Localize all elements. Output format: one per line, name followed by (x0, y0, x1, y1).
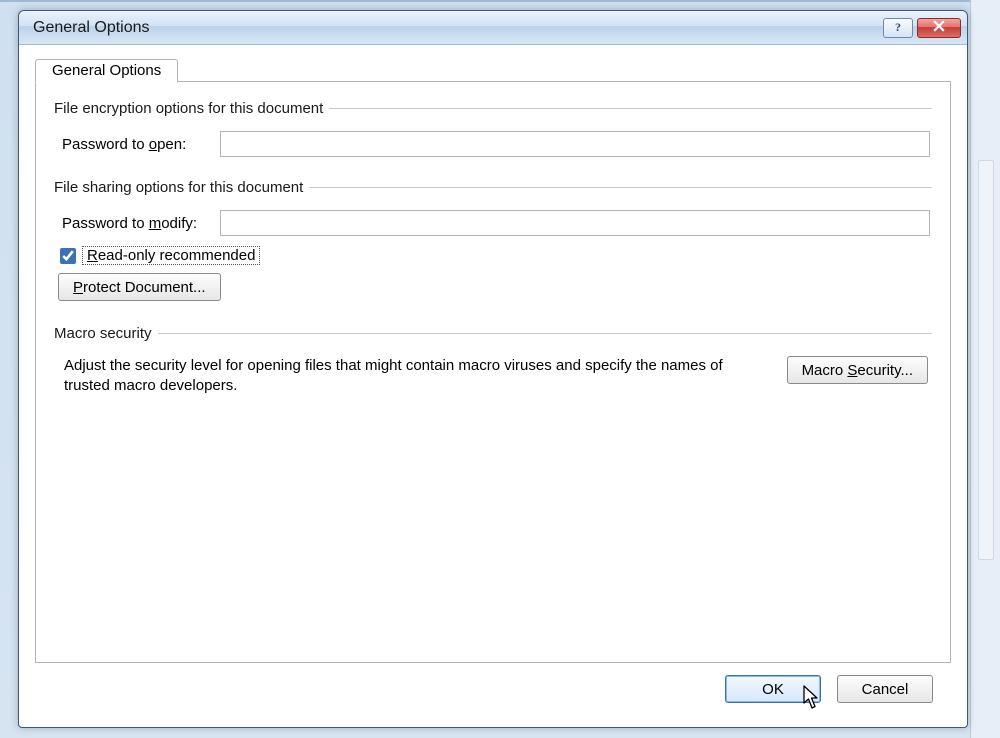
help-button[interactable]: ? (883, 18, 913, 38)
checkbox-readonly-recommended[interactable] (60, 248, 76, 264)
tab-page: File encryption options for this documen… (36, 82, 950, 662)
scrollbar-track (978, 160, 994, 560)
tab-general-options[interactable]: General Options (35, 59, 178, 83)
group-file-sharing-legend: File sharing options for this document (54, 179, 309, 196)
macro-security-button[interactable]: Macro Security... (787, 356, 928, 384)
row-password-modify: Password to modify: (56, 206, 930, 240)
macro-security-text: Adjust the security level for opening fi… (64, 356, 767, 397)
label-password-modify: Password to modify: (56, 215, 220, 232)
group-file-encryption-legend: File encryption options for this documen… (54, 100, 329, 117)
titlebar[interactable]: General Options ? (19, 11, 967, 45)
tab-host: General Options File encryption options … (35, 81, 951, 663)
dialog-client: General Options File encryption options … (19, 45, 967, 727)
ok-button[interactable]: OK (725, 675, 821, 703)
close-icon (933, 20, 945, 35)
input-password-modify[interactable] (220, 210, 930, 236)
row-protect-document: Protect Document... (56, 271, 930, 307)
group-file-encryption: File encryption options for this documen… (54, 100, 932, 163)
protect-document-button[interactable]: Protect Document... (58, 273, 221, 301)
cancel-button[interactable]: Cancel (837, 675, 933, 703)
dialog-button-bar: OK Cancel (35, 663, 951, 715)
dialog-title: General Options (33, 19, 879, 37)
row-readonly-recommended: Read-only recommended (56, 240, 930, 271)
label-password-open: Password to open: (56, 136, 220, 153)
label-readonly-recommended[interactable]: Read-only recommended (82, 246, 260, 265)
row-password-open: Password to open: (56, 127, 930, 161)
input-password-open[interactable] (220, 131, 930, 157)
group-macro-security: Macro security Adjust the security level… (54, 325, 932, 399)
close-button[interactable] (917, 18, 961, 38)
group-file-sharing: File sharing options for this document P… (54, 179, 932, 309)
tab-strip: General Options (35, 58, 178, 82)
help-icon: ? (895, 20, 901, 35)
group-macro-security-legend: Macro security (54, 325, 158, 342)
general-options-dialog: General Options ? General Options File e… (18, 10, 968, 728)
background-scroll-region (970, 0, 1000, 738)
row-macro-security: Adjust the security level for opening fi… (56, 352, 930, 397)
